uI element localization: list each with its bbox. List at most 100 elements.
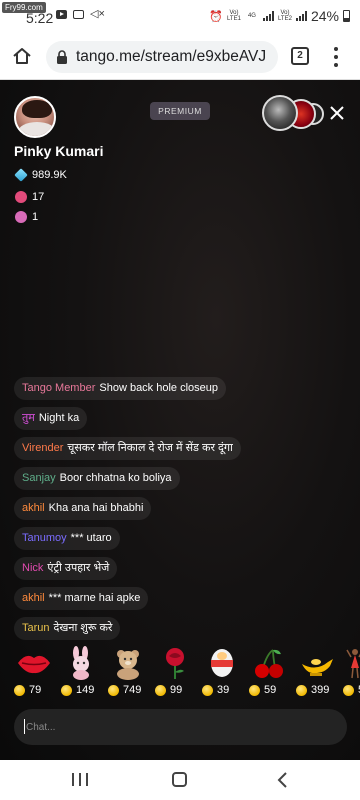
address-bar[interactable]: tango.me/stream/e9xbeAVJ [46, 41, 278, 73]
chat-message: Tarun देखना शुरू करे [14, 617, 121, 640]
chat-message: akhil *** marne hai apke [14, 587, 149, 610]
chat-username[interactable]: Nick [22, 562, 43, 574]
close-icon[interactable] [330, 106, 344, 120]
lips-icon [18, 655, 50, 674]
browser-toolbar: tango.me/stream/e9xbeAVJ 2 [0, 34, 360, 80]
chat-input[interactable] [14, 709, 347, 745]
status-bar: Fry99.com 5:22 ◁× ⏰ Vo) LTE1 4G Vo) LTE2… [0, 0, 360, 34]
dancers-icon [346, 649, 360, 679]
chat-text: देखना शुरू करे [53, 622, 113, 634]
chat-text: *** marne hai apke [48, 592, 141, 604]
chat-username[interactable]: Virender [22, 442, 63, 454]
tab-switcher-button[interactable]: 2 [291, 47, 309, 65]
gift-item[interactable]: 399 [294, 646, 338, 706]
coin-icon [202, 684, 213, 696]
teddy-bear-icon [117, 650, 139, 680]
top-fans[interactable] [262, 95, 324, 131]
more-menu-icon[interactable] [334, 47, 338, 67]
chat-username[interactable]: Tarun [22, 622, 50, 634]
recents-button[interactable] [72, 773, 88, 786]
chat-username[interactable]: Sanjay [22, 472, 56, 484]
chat-message: Sanjay Boor chhatna ko boliya [14, 467, 180, 490]
gift-item[interactable]: 749 [106, 646, 150, 706]
fan-avatar[interactable] [262, 95, 298, 131]
premium-badge[interactable]: PREMIUM [150, 102, 210, 120]
gift-item[interactable]: 59 [247, 646, 291, 706]
signal-icon-2 [295, 11, 307, 21]
chat-message: Virender चूसकर मॉल निकाल दे रोज में सेंड … [14, 437, 241, 460]
status-time: 5:22 [26, 10, 54, 26]
gift-price: 59 [264, 684, 277, 696]
diamond-icon [14, 168, 28, 182]
chat-list: Tango Member Show back hole closeup तुम Ni… [14, 377, 354, 647]
gift-price: 149 [76, 684, 95, 696]
gift-item[interactable]: 39 [200, 646, 244, 706]
home-button[interactable] [172, 772, 187, 787]
gift-price: 99 [170, 684, 183, 696]
gift-price: 399 [311, 684, 330, 696]
diamond-count: 989.9K [32, 169, 67, 181]
gift-item[interactable]: 5 [341, 646, 360, 706]
alarm-icon: ⏰ [209, 10, 223, 23]
coin-icon [296, 684, 307, 696]
lock-icon [57, 50, 67, 64]
system-icons: ⏰ Vo) LTE1 4G Vo) LTE2 24% [209, 8, 350, 24]
chat-text: एंट्री उपहार भेजे [47, 562, 110, 574]
streamer-name[interactable]: Pinky Kumari [14, 143, 103, 159]
coin-icon [61, 684, 72, 696]
gallery-icon [73, 10, 84, 19]
gift-price: 79 [29, 684, 42, 696]
live-stream-view[interactable]: Pinky Kumari 989.9K 17 1 PREMIUM Tango M… [0, 80, 360, 760]
chat-message: तुम Night ka [14, 407, 88, 430]
coin-icon [108, 684, 119, 696]
notification-icons: ◁× [56, 8, 105, 20]
gift-item[interactable]: 79 [12, 646, 56, 706]
chat-username[interactable]: तुम [22, 412, 35, 424]
chat-username[interactable]: akhil [22, 502, 45, 514]
fans-icon [15, 191, 27, 203]
coin-icon [343, 684, 354, 696]
streamer-avatar[interactable] [14, 96, 56, 138]
chat-text: Show back hole closeup [99, 382, 219, 394]
coin-icon [249, 684, 260, 696]
back-button[interactable] [276, 772, 288, 788]
stars-count: 1 [32, 211, 39, 223]
network-label-3: Vo) LTE2 [278, 10, 292, 22]
chat-username[interactable]: akhil [22, 592, 45, 604]
rose-icon [166, 648, 184, 679]
chat-message: akhil Kha ana hai bhabhi [14, 497, 152, 520]
network-label-1: Vo) LTE1 [227, 10, 241, 22]
coin-icon [155, 684, 166, 696]
fans-count: 17 [32, 191, 45, 203]
system-nav-bar [0, 760, 360, 800]
gift-price: 39 [217, 684, 230, 696]
stars-stat: 1 [15, 211, 38, 223]
youtube-icon [56, 10, 67, 19]
chat-text: Boor chhatna ko boliya [59, 472, 172, 484]
magic-lamp-icon [302, 659, 333, 676]
chat-message: Nick एंट्री उपहार भेजे [14, 557, 118, 580]
chat-text: Kha ana hai bhabhi [48, 502, 144, 514]
egg-icon [211, 649, 233, 677]
chat-text: *** utaro [70, 532, 112, 544]
home-icon[interactable] [12, 46, 32, 66]
gift-item[interactable]: 99 [153, 646, 197, 706]
chat-text: चूसकर मॉल निकाल दे रोज में सेंड कर दूंगा [67, 442, 233, 454]
text-cursor [24, 719, 25, 734]
url-text[interactable]: tango.me/stream/e9xbeAVJ [76, 48, 266, 66]
chat-username[interactable]: Tanumoy [22, 532, 67, 544]
star-icon [15, 211, 27, 223]
mute-icon: ◁× [90, 8, 105, 20]
chat-text: Night ka [38, 412, 80, 424]
signal-icon [262, 11, 274, 21]
battery-icon [343, 10, 350, 22]
chat-username[interactable]: Tango Member [22, 382, 95, 394]
gift-item[interactable]: 149 [59, 646, 103, 706]
battery-percent: 24% [310, 8, 339, 24]
cherries-icon [255, 649, 283, 678]
fans-stat: 17 [15, 191, 44, 203]
chat-message: Tanumoy *** utaro [14, 527, 120, 550]
coin-icon [14, 684, 25, 696]
gift-bar: 79 149 749 99 39 59 399 [0, 646, 360, 706]
gift-price: 749 [123, 684, 142, 696]
